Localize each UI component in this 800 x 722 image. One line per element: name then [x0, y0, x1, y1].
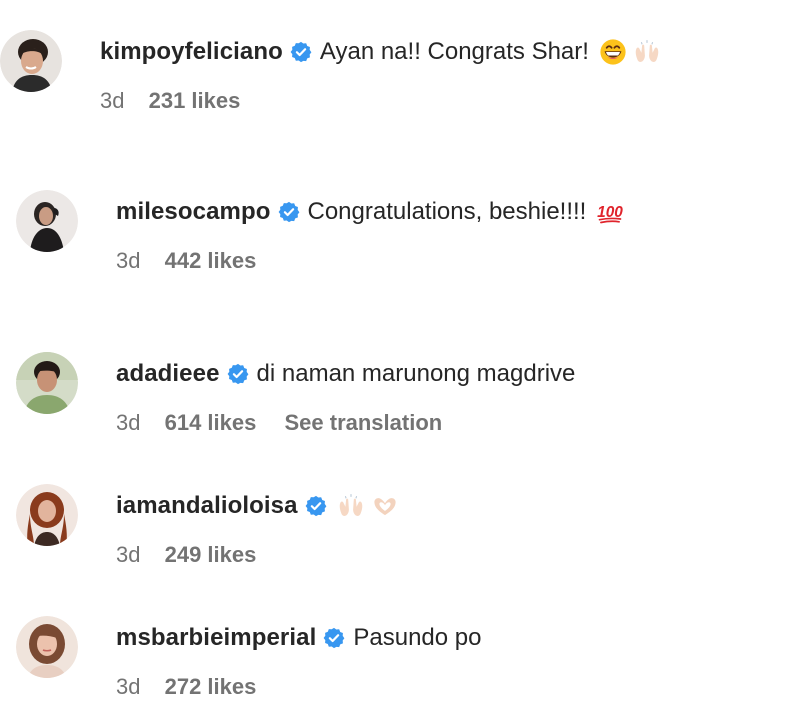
- avatar[interactable]: [16, 484, 78, 546]
- comment-username[interactable]: milesocampo: [116, 198, 271, 226]
- see-translation-link[interactable]: See translation: [284, 410, 442, 435]
- grinning-face-emoji-icon: [599, 38, 627, 66]
- raising-hands-emoji-icon: [337, 492, 365, 520]
- comment-text: Congratulations, beshie!!!!: [307, 198, 587, 225]
- miles-avatar-image: [16, 190, 78, 252]
- avatar[interactable]: [16, 616, 78, 678]
- comment-item: milesocampo Congratulations, beshie!!!! …: [16, 190, 790, 273]
- barbie-avatar-image: [16, 616, 78, 678]
- avatar[interactable]: [0, 30, 62, 92]
- comment-username[interactable]: msbarbieimperial: [116, 624, 316, 652]
- comment-username[interactable]: kimpoyfeliciano: [100, 38, 283, 66]
- andi-avatar-image: [16, 484, 78, 546]
- comment-item: adadieee di naman marunong magdrive 3d 6…: [16, 352, 790, 435]
- comment-text: di naman marunong magdrive: [256, 360, 576, 387]
- hundred-points-emoji-icon: [596, 198, 624, 226]
- comment-time[interactable]: 3d: [116, 542, 140, 567]
- comment-likes[interactable]: 231 likes: [149, 88, 241, 113]
- comment-item: kimpoyfeliciano Ayan na!! Congrats Shar!…: [0, 30, 790, 113]
- avatar[interactable]: [16, 190, 78, 252]
- verified-badge-icon: [290, 41, 312, 63]
- heart-hands-emoji-icon: [371, 492, 399, 520]
- comment-likes[interactable]: 614 likes: [165, 410, 257, 435]
- comment-time[interactable]: 3d: [116, 410, 140, 435]
- kimpoy-avatar-image: [0, 30, 62, 92]
- verified-badge-icon: [278, 201, 300, 223]
- comment-text: Ayan na!! Congrats Shar!: [319, 38, 589, 65]
- comment-username[interactable]: iamandalioloisa: [116, 492, 298, 520]
- comment-likes[interactable]: 442 likes: [165, 248, 257, 273]
- comment-likes[interactable]: 272 likes: [165, 674, 257, 699]
- comment-item: iamandalioloisa 3d 249 likes: [16, 484, 790, 567]
- comment-item: msbarbieimperial Pasundo po 3d 272 likes: [16, 616, 790, 699]
- comment-time[interactable]: 3d: [116, 248, 140, 273]
- comment-time[interactable]: 3d: [116, 674, 140, 699]
- raising-hands-emoji-icon: [633, 38, 661, 66]
- comment-likes[interactable]: 249 likes: [165, 542, 257, 567]
- comment-text: Pasundo po: [353, 624, 482, 651]
- verified-badge-icon: [227, 363, 249, 385]
- verified-badge-icon: [323, 627, 345, 649]
- avatar[interactable]: [16, 352, 78, 414]
- comment-username[interactable]: adadieee: [116, 360, 220, 388]
- comment-time[interactable]: 3d: [100, 88, 124, 113]
- adadieee-avatar-image: [16, 352, 78, 414]
- verified-badge-icon: [305, 495, 327, 517]
